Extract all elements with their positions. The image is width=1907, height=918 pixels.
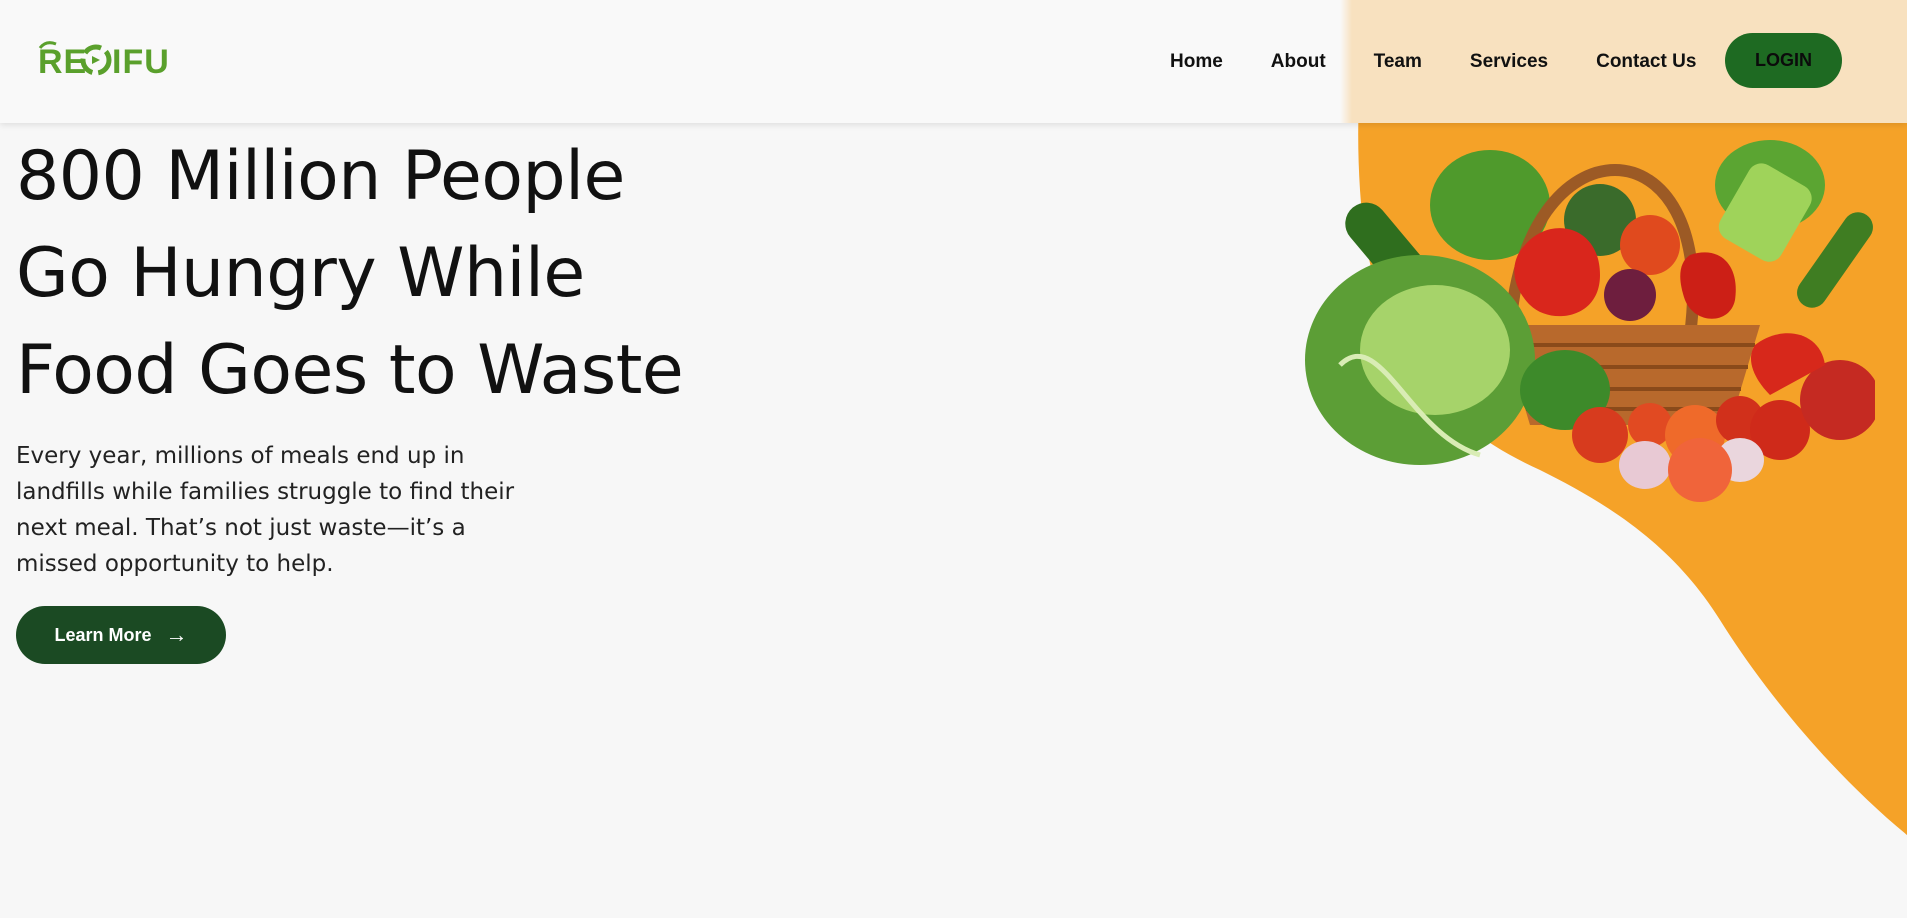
svg-text:IFU: IFU (112, 43, 168, 80)
hero-title-line: Food Goes to Waste (16, 331, 684, 410)
hero-description: Every year, millions of meals end up in … (16, 443, 515, 577)
logo-icon: RE IFU (38, 41, 168, 80)
onion-icon (1604, 269, 1656, 321)
nav-team[interactable]: Team (1374, 51, 1422, 73)
brand-logo[interactable]: RE IFU (38, 40, 168, 80)
site-header: RE IFU Home About Team Services Contact … (0, 0, 1907, 123)
tomato-icon (1620, 215, 1680, 275)
learn-more-button[interactable]: Learn More → (16, 606, 226, 664)
vegetable-basket-image (1305, 140, 1875, 502)
nav-home[interactable]: Home (1170, 51, 1223, 73)
hero-title-line: Go Hungry While (16, 234, 585, 313)
main-nav: Home About Team Services Contact Us (1170, 0, 1744, 123)
hero-title-line: 800 Million People (16, 137, 625, 216)
svg-text:RE: RE (38, 43, 87, 80)
hero-title: 800 Million People Go Hungry While Food … (16, 128, 716, 419)
nav-about[interactable]: About (1271, 51, 1326, 73)
login-button[interactable]: LOGIN (1725, 33, 1842, 88)
tomato-cluster-icon (1572, 396, 1810, 502)
nav-contact-us[interactable]: Contact Us (1596, 51, 1696, 73)
learn-more-label: Learn More (54, 624, 152, 645)
nav-services[interactable]: Services (1470, 51, 1548, 73)
arrow-right-icon: → (165, 622, 188, 647)
